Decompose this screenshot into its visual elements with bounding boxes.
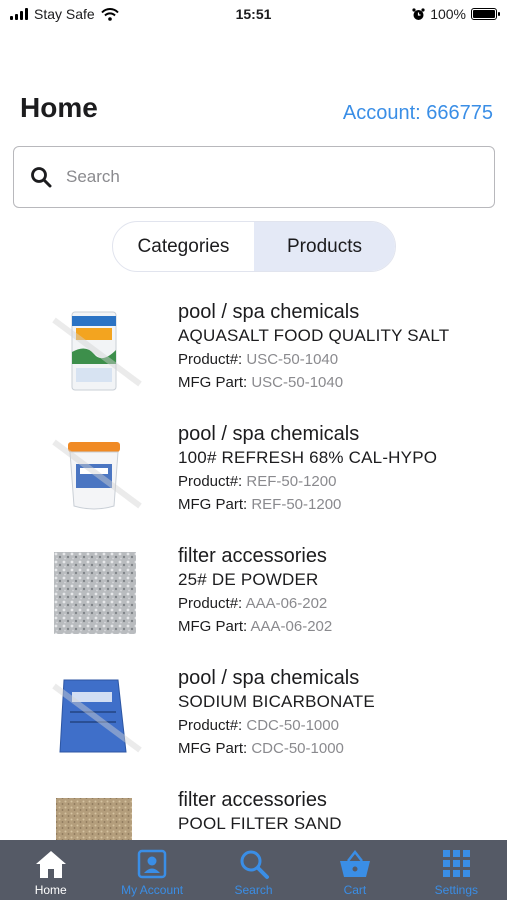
tab-bar: Home My Account Search Cart Settings [0, 840, 507, 900]
product-number-value: REF-50-1200 [246, 473, 337, 490]
mfg-part-row: MFG Part: AAA-06-202 [178, 615, 332, 638]
tab-categories[interactable]: Categories [113, 222, 254, 271]
cart-basket-icon [339, 849, 370, 877]
tab-search-label: Search [234, 883, 273, 897]
tab-search[interactable]: Search [203, 840, 304, 900]
search-icon [240, 850, 269, 879]
tab-cart[interactable]: Cart [304, 840, 405, 900]
product-item[interactable]: pool / spa chemicals 100# REFRESH 68% CA… [0, 412, 507, 534]
battery-percent: 100% [430, 6, 466, 22]
alarm-icon [412, 7, 425, 20]
segmented-control: Categories Products [112, 221, 396, 272]
mfg-part-row: MFG Part: USC-50-1040 [178, 371, 449, 394]
search-input[interactable] [66, 167, 446, 187]
tab-products[interactable]: Products [254, 222, 395, 271]
product-number-row: Product#: USC-50-1040 [178, 348, 449, 371]
mfg-part-label: MFG Part: [178, 618, 248, 635]
tab-my-account[interactable]: My Account [101, 840, 202, 900]
product-category: filter accessories [178, 545, 327, 567]
product-info: filter accessories 25# DE POWDER Product… [178, 544, 332, 638]
tab-settings-label: Settings [434, 883, 478, 897]
product-number-value: USC-50-1040 [246, 351, 339, 368]
mfg-part-label: MFG Part: [178, 496, 248, 513]
tab-my-account-label: My Account [121, 883, 184, 897]
page-title: Home [20, 92, 98, 123]
product-number-value: CDC-50-1000 [246, 717, 339, 734]
mfg-part-label: MFG Part: [178, 740, 248, 757]
product-category: pool / spa chemicals [178, 667, 360, 689]
product-info: filter accessories POOL FILTER SAND [178, 788, 342, 836]
product-number-label: Product#: [178, 351, 243, 368]
tab-cart-label: Cart [343, 883, 367, 897]
product-number-label: Product#: [178, 595, 243, 612]
product-number-row: Product#: AAA-06-202 [178, 592, 332, 615]
mfg-part-label: MFG Part: [178, 374, 248, 391]
product-list: pool / spa chemicals AQUASALT FOOD QUALI… [0, 290, 507, 900]
account-icon [137, 849, 167, 879]
status-bar: Stay Safe 15:51 100% [0, 0, 507, 28]
product-image-salt-bag [52, 311, 142, 391]
tab-home-label: Home [34, 883, 67, 897]
battery-icon [471, 8, 500, 20]
product-number-label: Product#: [178, 473, 243, 490]
product-name: 25# DE POWDER [178, 570, 319, 589]
status-right: 100% [412, 6, 500, 22]
search-box[interactable] [13, 146, 495, 208]
product-name: SODIUM BICARBONATE [178, 692, 375, 711]
product-image-bag [52, 679, 142, 753]
tab-settings[interactable]: Settings [406, 840, 507, 900]
product-name: AQUASALT FOOD QUALITY SALT [178, 326, 450, 345]
mfg-part-row: MFG Part: CDC-50-1000 [178, 737, 375, 760]
product-item[interactable]: filter accessories 25# DE POWDER Product… [0, 534, 507, 656]
product-name: POOL FILTER SAND [178, 814, 342, 833]
product-image-bucket [52, 439, 142, 510]
product-item[interactable]: pool / spa chemicals SODIUM BICARBONATE … [0, 656, 507, 778]
product-item[interactable]: pool / spa chemicals AQUASALT FOOD QUALI… [0, 290, 507, 412]
product-number-value: AAA-06-202 [245, 595, 328, 612]
product-info: pool / spa chemicals 100# REFRESH 68% CA… [178, 422, 437, 516]
grid-icon [443, 850, 471, 877]
product-category: filter accessories [178, 789, 327, 811]
mfg-part-value: REF-50-1200 [251, 496, 342, 513]
product-category: pool / spa chemicals [178, 423, 360, 445]
search-icon [31, 167, 52, 188]
product-name: 100# REFRESH 68% CAL-HYPO [178, 448, 438, 467]
mfg-part-value: USC-50-1040 [251, 374, 344, 391]
mfg-part-value: CDC-50-1000 [251, 740, 344, 757]
product-image-powder [54, 552, 136, 634]
product-number-row: Product#: REF-50-1200 [178, 470, 437, 493]
home-icon [35, 851, 66, 878]
product-number-row: Product#: CDC-50-1000 [178, 714, 375, 737]
tab-home[interactable]: Home [0, 840, 101, 900]
product-info: pool / spa chemicals AQUASALT FOOD QUALI… [178, 300, 449, 394]
product-info: pool / spa chemicals SODIUM BICARBONATE … [178, 666, 375, 760]
mfg-part-row: MFG Part: REF-50-1200 [178, 493, 437, 516]
mfg-part-value: AAA-06-202 [250, 618, 333, 635]
product-number-label: Product#: [178, 717, 243, 734]
account-link[interactable]: Account: 666775 [343, 102, 493, 125]
product-category: pool / spa chemicals [178, 301, 360, 323]
